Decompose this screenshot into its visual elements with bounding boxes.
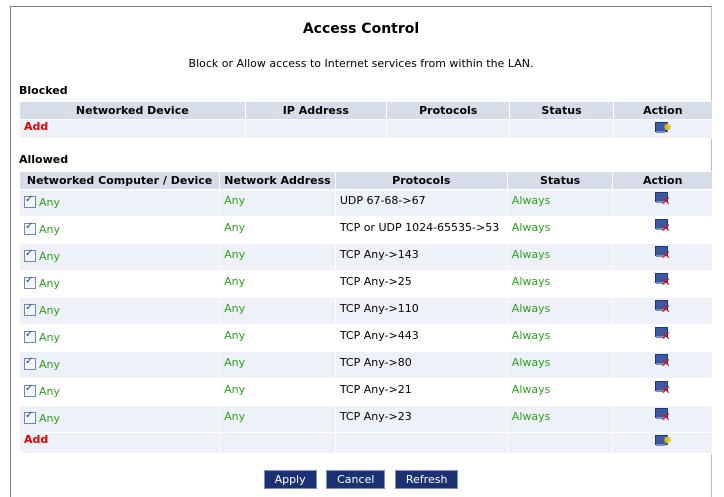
status-value: Always [511,410,551,423]
computer-delete-icon[interactable]: ✕ [654,354,671,369]
column-header: Status [510,102,613,119]
address-value: Any [224,356,246,369]
address-value: Any [224,248,246,261]
computer-delete-icon[interactable]: ✕ [654,300,671,315]
table-row: Any Any TCP Any->110 Always ✕ [20,298,712,324]
blocked-table: Networked Device IP Address Protocols St… [19,101,713,139]
row-checkbox[interactable] [24,275,36,289]
status-value: Always [511,383,551,396]
status-value: Always [511,221,551,234]
status-value: Always [511,248,551,261]
column-header: Protocols [387,102,510,119]
device-value: Any [39,250,61,263]
page-subtitle: Block or Allow access to Internet servic… [188,57,534,70]
table-row: Any Any TCP Any->25 Always ✕ [20,271,712,297]
column-header: Protocols [335,172,507,189]
address-value: Any [224,275,246,288]
table-row: Any Any UDP 67-68->67 Always ✕ [20,190,712,216]
device-value: Any [39,358,61,371]
allowed-table: Networked Computer / Device Network Addr… [19,171,713,454]
refresh-button[interactable]: Refresh [394,470,459,489]
computer-delete-icon[interactable]: ✕ [654,327,671,342]
column-header: Action [613,102,712,119]
row-checkbox[interactable] [24,383,36,397]
protocols-value: TCP Any->25 [339,275,412,288]
allowed-add-row: Add ✸ [20,433,712,453]
computer-delete-icon[interactable]: ✕ [654,246,671,261]
column-header: Action [613,172,712,189]
table-row: Any Any TCP Any->23 Always ✕ [20,406,712,432]
protocols-value: TCP Any->110 [339,302,419,315]
cancel-button[interactable]: Cancel [326,470,386,489]
protocols-value: TCP Any->143 [339,248,419,261]
row-checkbox[interactable] [24,221,36,235]
protocols-value: TCP or UDP 1024-65535->53 [339,221,500,234]
apply-button[interactable]: Apply [263,470,317,489]
protocols-value: TCP Any->80 [339,356,412,369]
address-value: Any [224,194,246,207]
computer-add-icon[interactable]: ✸ [654,435,672,448]
address-value: Any [224,329,246,342]
status-value: Always [511,356,551,369]
row-checkbox[interactable] [24,356,36,370]
address-value: Any [224,383,246,396]
protocols-value: TCP Any->443 [339,329,419,342]
computer-delete-icon[interactable]: ✕ [654,273,671,288]
computer-add-icon[interactable]: ✸ [654,122,672,135]
column-header: IP Address [245,102,387,119]
column-header: Network Address [220,172,335,189]
blocked-section-label: Blocked [19,84,68,97]
device-value: Any [39,196,61,209]
status-value: Always [511,329,551,342]
button-bar: Apply Cancel Refresh [11,470,711,489]
address-value: Any [224,302,246,315]
status-value: Always [511,275,551,288]
allowed-section-label: Allowed [19,153,69,166]
status-value: Always [511,194,551,207]
row-checkbox[interactable] [24,410,36,424]
protocols-value: UDP 67-68->67 [339,194,426,207]
column-header: Networked Device [20,102,245,119]
address-value: Any [224,410,246,423]
device-value: Any [39,304,61,317]
row-checkbox[interactable] [24,248,36,262]
table-row: Any Any TCP Any->443 Always ✕ [20,325,712,351]
computer-delete-icon[interactable]: ✕ [654,192,671,207]
content-frame: Access Control Block or Allow access to … [10,6,713,497]
device-value: Any [39,277,61,290]
protocols-value: TCP Any->23 [339,410,412,423]
table-row: Any Any TCP Any->143 Always ✕ [20,244,712,270]
blocked-add-link[interactable]: Add [24,120,48,133]
computer-delete-icon[interactable]: ✕ [654,381,671,396]
status-value: Always [511,302,551,315]
device-value: Any [39,412,61,425]
column-header: Status [507,172,613,189]
protocols-value: TCP Any->21 [339,383,412,396]
device-value: Any [39,223,61,236]
table-row: Any Any TCP or UDP 1024-65535->53 Always ✕ [20,217,712,243]
row-checkbox[interactable] [24,302,36,316]
computer-delete-icon[interactable]: ✕ [654,219,671,234]
address-value: Any [224,221,246,234]
allowed-add-link[interactable]: Add [24,433,48,446]
page-title: Access Control [302,21,420,37]
row-checkbox[interactable] [24,329,36,343]
device-value: Any [39,385,61,398]
device-value: Any [39,331,61,344]
computer-delete-icon[interactable]: ✕ [654,408,671,423]
row-checkbox[interactable] [24,194,36,208]
allowed-table-header: Networked Computer / Device Network Addr… [20,172,712,189]
table-row: Any Any TCP Any->80 Always ✕ [20,352,712,378]
blocked-table-header: Networked Device IP Address Protocols St… [20,102,712,119]
table-row: Any Any TCP Any->21 Always ✕ [20,379,712,405]
blocked-add-row: Add ✸ [20,120,712,138]
column-header: Networked Computer / Device [20,172,220,189]
